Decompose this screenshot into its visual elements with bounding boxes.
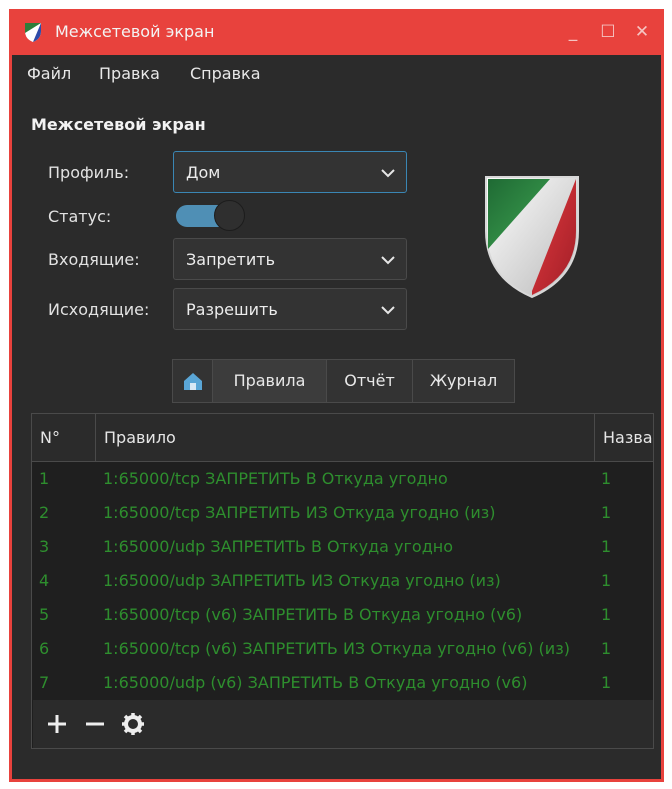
column-header-rule[interactable]: Правило xyxy=(96,414,595,461)
cell-rule: 1:65000/udp ЗАПРЕТИТЬ ИЗ Откуда угодно (… xyxy=(103,571,501,590)
cell-number: 4 xyxy=(39,571,50,590)
cell-number: 3 xyxy=(39,537,50,556)
close-icon: ✕ xyxy=(634,22,650,42)
minimize-icon: _ xyxy=(568,22,578,42)
tab-home[interactable] xyxy=(172,359,213,403)
outgoing-label: Исходящие: xyxy=(48,300,150,319)
menu-bar: Файл Правка Справка xyxy=(12,55,661,91)
menu-help[interactable]: Справка xyxy=(190,64,261,83)
cell-name: 1 xyxy=(601,571,612,590)
profile-select[interactable]: Дом xyxy=(173,151,407,193)
incoming-select[interactable]: Запретить xyxy=(173,238,407,280)
cell-name: 1 xyxy=(601,673,612,692)
cell-rule: 1:65000/udp (v6) ЗАПРЕТИТЬ В Откуда угод… xyxy=(103,673,528,692)
firewall-shield-logo xyxy=(485,176,579,299)
column-header-number[interactable]: N° xyxy=(32,414,96,461)
cell-name: 1 xyxy=(601,639,612,658)
gear-icon xyxy=(122,713,144,735)
plus-icon xyxy=(48,715,66,733)
window-title: Межсетевой экран xyxy=(55,22,215,41)
section-title: Межсетевой экран xyxy=(31,115,206,134)
table-row[interactable]: 7 1:65000/udp (v6) ЗАПРЕТИТЬ В Откуда уг… xyxy=(32,666,653,700)
cell-rule: 1:65000/tcp (v6) ЗАПРЕТИТЬ В Откуда угод… xyxy=(103,605,523,624)
table-row[interactable]: 5 1:65000/tcp (v6) ЗАПРЕТИТЬ В Откуда уг… xyxy=(32,598,653,632)
cell-name: 1 xyxy=(601,469,612,488)
cell-number: 7 xyxy=(39,673,50,692)
maximize-button[interactable]: ☐ xyxy=(595,19,621,45)
table-row[interactable]: 1 1:65000/tcp ЗАПРЕТИТЬ В Откуда угодно … xyxy=(32,462,653,496)
table-row[interactable]: 3 1:65000/udp ЗАПРЕТИТЬ В Откуда угодно … xyxy=(32,530,653,564)
menu-edit[interactable]: Правка xyxy=(99,64,160,83)
profile-value: Дом xyxy=(186,163,221,182)
status-toggle[interactable] xyxy=(174,199,246,233)
cell-name: 1 xyxy=(601,503,612,522)
chevron-down-icon xyxy=(381,169,395,178)
minus-icon xyxy=(86,722,104,726)
home-icon xyxy=(184,373,202,390)
outgoing-select[interactable]: Разрешить xyxy=(173,288,407,330)
table-row[interactable]: 4 1:65000/udp ЗАПРЕТИТЬ ИЗ Откуда угодно… xyxy=(32,564,653,598)
table-row[interactable]: 2 1:65000/tcp ЗАПРЕТИТЬ ИЗ Откуда угодно… xyxy=(32,496,653,530)
status-label: Статус: xyxy=(48,207,112,226)
cell-name: 1 xyxy=(601,537,612,556)
table-header: N° Правило Назва xyxy=(32,414,653,462)
title-bar[interactable]: Межсетевой экран _ ☐ ✕ xyxy=(9,9,664,55)
menu-file[interactable]: Файл xyxy=(27,64,71,83)
minimize-button[interactable]: _ xyxy=(560,19,586,45)
settings-button[interactable] xyxy=(119,710,147,738)
remove-rule-button[interactable] xyxy=(81,710,109,738)
cell-rule: 1:65000/tcp ЗАПРЕТИТЬ ИЗ Откуда угодно (… xyxy=(103,503,496,522)
cell-number: 6 xyxy=(39,639,50,658)
rules-table: N° Правило Назва 1 1:65000/tcp ЗАПРЕТИТЬ… xyxy=(31,413,654,749)
add-rule-button[interactable] xyxy=(43,710,71,738)
cell-rule: 1:65000/tcp (v6) ЗАПРЕТИТЬ ИЗ Откуда уго… xyxy=(103,639,570,658)
incoming-label: Входящие: xyxy=(48,250,140,269)
rules-toolbar xyxy=(33,700,653,748)
tab-rules[interactable]: Правила xyxy=(212,359,327,403)
close-button[interactable]: ✕ xyxy=(629,19,655,45)
outgoing-value: Разрешить xyxy=(186,300,278,319)
firewall-window: Межсетевой экран _ ☐ ✕ Файл Правка Справ… xyxy=(9,9,664,782)
app-shield-icon xyxy=(25,23,41,42)
table-row[interactable]: 6 1:65000/tcp (v6) ЗАПРЕТИТЬ ИЗ Откуда у… xyxy=(32,632,653,666)
cell-number: 1 xyxy=(39,469,50,488)
tab-log[interactable]: Журнал xyxy=(412,359,515,403)
cell-number: 2 xyxy=(39,503,50,522)
cell-rule: 1:65000/tcp ЗАПРЕТИТЬ В Откуда угодно xyxy=(103,469,448,488)
cell-rule: 1:65000/udp ЗАПРЕТИТЬ В Откуда угодно xyxy=(103,537,454,556)
tab-report[interactable]: Отчёт xyxy=(326,359,413,403)
chevron-down-icon xyxy=(381,256,395,265)
client-area: Файл Правка Справка Межсетевой экран Про… xyxy=(12,55,661,779)
profile-label: Профиль: xyxy=(48,163,130,182)
chevron-down-icon xyxy=(381,306,395,315)
maximize-icon: ☐ xyxy=(600,22,616,42)
cell-name: 1 xyxy=(601,605,612,624)
cell-number: 5 xyxy=(39,605,50,624)
toggle-knob xyxy=(214,200,245,231)
incoming-value: Запретить xyxy=(186,250,275,269)
column-header-name[interactable]: Назва xyxy=(595,414,653,461)
